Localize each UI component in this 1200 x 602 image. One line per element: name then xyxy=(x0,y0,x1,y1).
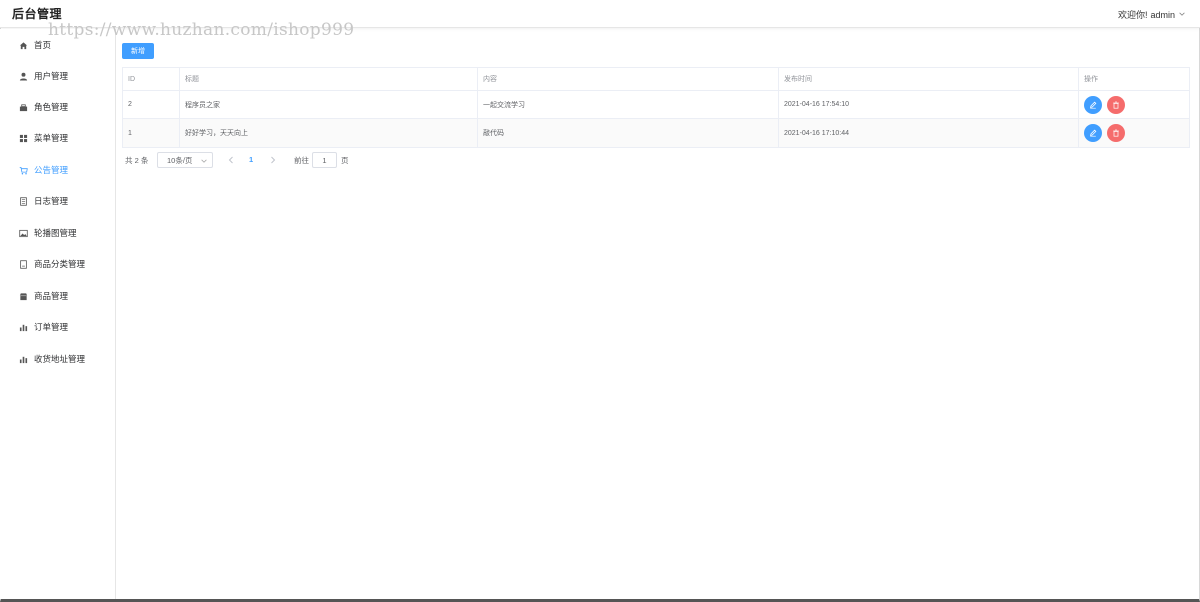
sidebar-item-label: 收货地址管理 xyxy=(34,354,86,364)
picture-icon xyxy=(16,228,30,238)
goto-label: 前往 xyxy=(294,156,309,165)
column-header-time: 发布时间 xyxy=(779,68,1079,90)
cell-actions xyxy=(1079,119,1191,147)
column-header-actions: 操作 xyxy=(1084,76,1098,83)
table-header-row: ID 标题 内容 发布时间 操作 xyxy=(123,68,1189,91)
page-size-select[interactable]: 10条/页 xyxy=(157,152,213,168)
sidebar-item-label: 轮播图管理 xyxy=(34,228,77,238)
prev-page-button[interactable] xyxy=(226,154,236,166)
user-icon xyxy=(16,71,30,81)
edit-button[interactable] xyxy=(1084,95,1102,114)
document-icon xyxy=(16,196,30,206)
page-size-value: 10条/页 xyxy=(167,155,193,165)
cell-actions xyxy=(1079,91,1191,118)
sidebar-item-roles[interactable]: 角色管理 xyxy=(0,96,116,118)
sidebar-item-categories[interactable]: 商品分类管理 xyxy=(0,253,116,275)
cell-content: 敲代码 xyxy=(478,119,779,147)
user-menu[interactable]: 欢迎你! admin xyxy=(1118,8,1186,21)
sidebar-item-users[interactable]: 用户管理 xyxy=(0,65,116,87)
cell-time: 2021-04-16 17:54:10 xyxy=(779,91,1079,118)
edit-icon xyxy=(1090,101,1097,109)
sidebar-item-home[interactable]: 首页 xyxy=(0,34,116,56)
cart-icon xyxy=(16,165,30,175)
sidebar-item-logs[interactable]: 日志管理 xyxy=(0,190,116,212)
table-row: 2 程序员之家 一起交流学习 2021-04-16 17:54:10 xyxy=(123,91,1189,119)
notebook-icon xyxy=(16,259,30,269)
trash-icon xyxy=(1113,129,1119,137)
chevron-left-icon xyxy=(228,156,233,164)
top-header: 后台管理 欢迎你! admin xyxy=(0,0,1200,28)
sidebar-item-label: 首页 xyxy=(34,40,52,50)
main-content: 新增 ID 标题 内容 发布时间 操作 2 程序员之家 一起交流学习 2021-… xyxy=(117,29,1200,599)
sidebar-item-menus[interactable]: 菜单管理 xyxy=(0,127,116,149)
cell-id: 2 xyxy=(123,91,180,118)
brand-title: 后台管理 xyxy=(12,7,63,21)
sidebar: 首页 用户管理 角色管理 菜单管理 公告管理 日志管理 轮播图管理 商品分类管理… xyxy=(0,29,116,599)
sidebar-item-label: 用户管理 xyxy=(34,71,69,81)
home-icon xyxy=(16,40,30,50)
chart-icon xyxy=(16,354,30,364)
delete-button[interactable] xyxy=(1107,124,1125,142)
next-page-button[interactable] xyxy=(268,154,278,166)
pagination-total: 共 2 条 xyxy=(125,156,149,165)
chevron-down-icon xyxy=(1178,10,1186,18)
chevron-down-icon xyxy=(200,157,208,165)
sidebar-item-label: 公告管理 xyxy=(34,165,69,175)
cell-id: 1 xyxy=(123,119,180,147)
shop-icon xyxy=(16,291,30,301)
sidebar-item-label: 订单管理 xyxy=(34,322,69,332)
column-header-content: 内容 xyxy=(478,68,779,90)
username: admin xyxy=(1150,9,1175,20)
sidebar-item-label: 菜单管理 xyxy=(34,133,69,143)
sidebar-item-label: 角色管理 xyxy=(34,102,69,112)
add-button[interactable]: 新增 xyxy=(122,43,154,59)
sidebar-item-label: 商品管理 xyxy=(34,291,69,301)
goto-page-input[interactable]: 1 xyxy=(312,152,337,168)
table-row: 1 好好学习，天天向上 敲代码 2021-04-16 17:10:44 xyxy=(123,119,1189,147)
role-icon xyxy=(16,102,30,112)
chart-icon xyxy=(16,322,30,332)
page-unit-label: 页 xyxy=(341,156,349,165)
column-header-title: 标题 xyxy=(180,68,478,90)
delete-button[interactable] xyxy=(1107,95,1125,114)
sidebar-item-label: 日志管理 xyxy=(34,196,69,206)
column-header-id: ID xyxy=(123,68,180,90)
cell-title: 好好学习，天天向上 xyxy=(180,119,478,147)
cell-time: 2021-04-16 17:10:44 xyxy=(779,119,1079,147)
edit-icon xyxy=(1090,129,1097,137)
edit-button[interactable] xyxy=(1084,124,1102,142)
cell-content: 一起交流学习 xyxy=(478,91,779,118)
page-number-current[interactable]: 1 xyxy=(249,155,253,164)
cell-title: 程序员之家 xyxy=(180,91,478,118)
notice-table: ID 标题 内容 发布时间 操作 2 程序员之家 一起交流学习 2021-04-… xyxy=(122,67,1190,148)
welcome-text: 欢迎你! xyxy=(1117,10,1148,20)
sidebar-item-notices[interactable]: 公告管理 xyxy=(0,159,116,181)
sidebar-item-carousel[interactable]: 轮播图管理 xyxy=(0,222,116,244)
trash-icon xyxy=(1113,101,1119,109)
sidebar-item-orders[interactable]: 订单管理 xyxy=(0,316,116,338)
sidebar-item-products[interactable]: 商品管理 xyxy=(0,285,116,307)
menu-grid-icon xyxy=(16,133,30,143)
sidebar-item-label: 商品分类管理 xyxy=(34,259,86,269)
chevron-right-icon xyxy=(271,156,276,164)
sidebar-item-addresses[interactable]: 收货地址管理 xyxy=(0,348,116,370)
